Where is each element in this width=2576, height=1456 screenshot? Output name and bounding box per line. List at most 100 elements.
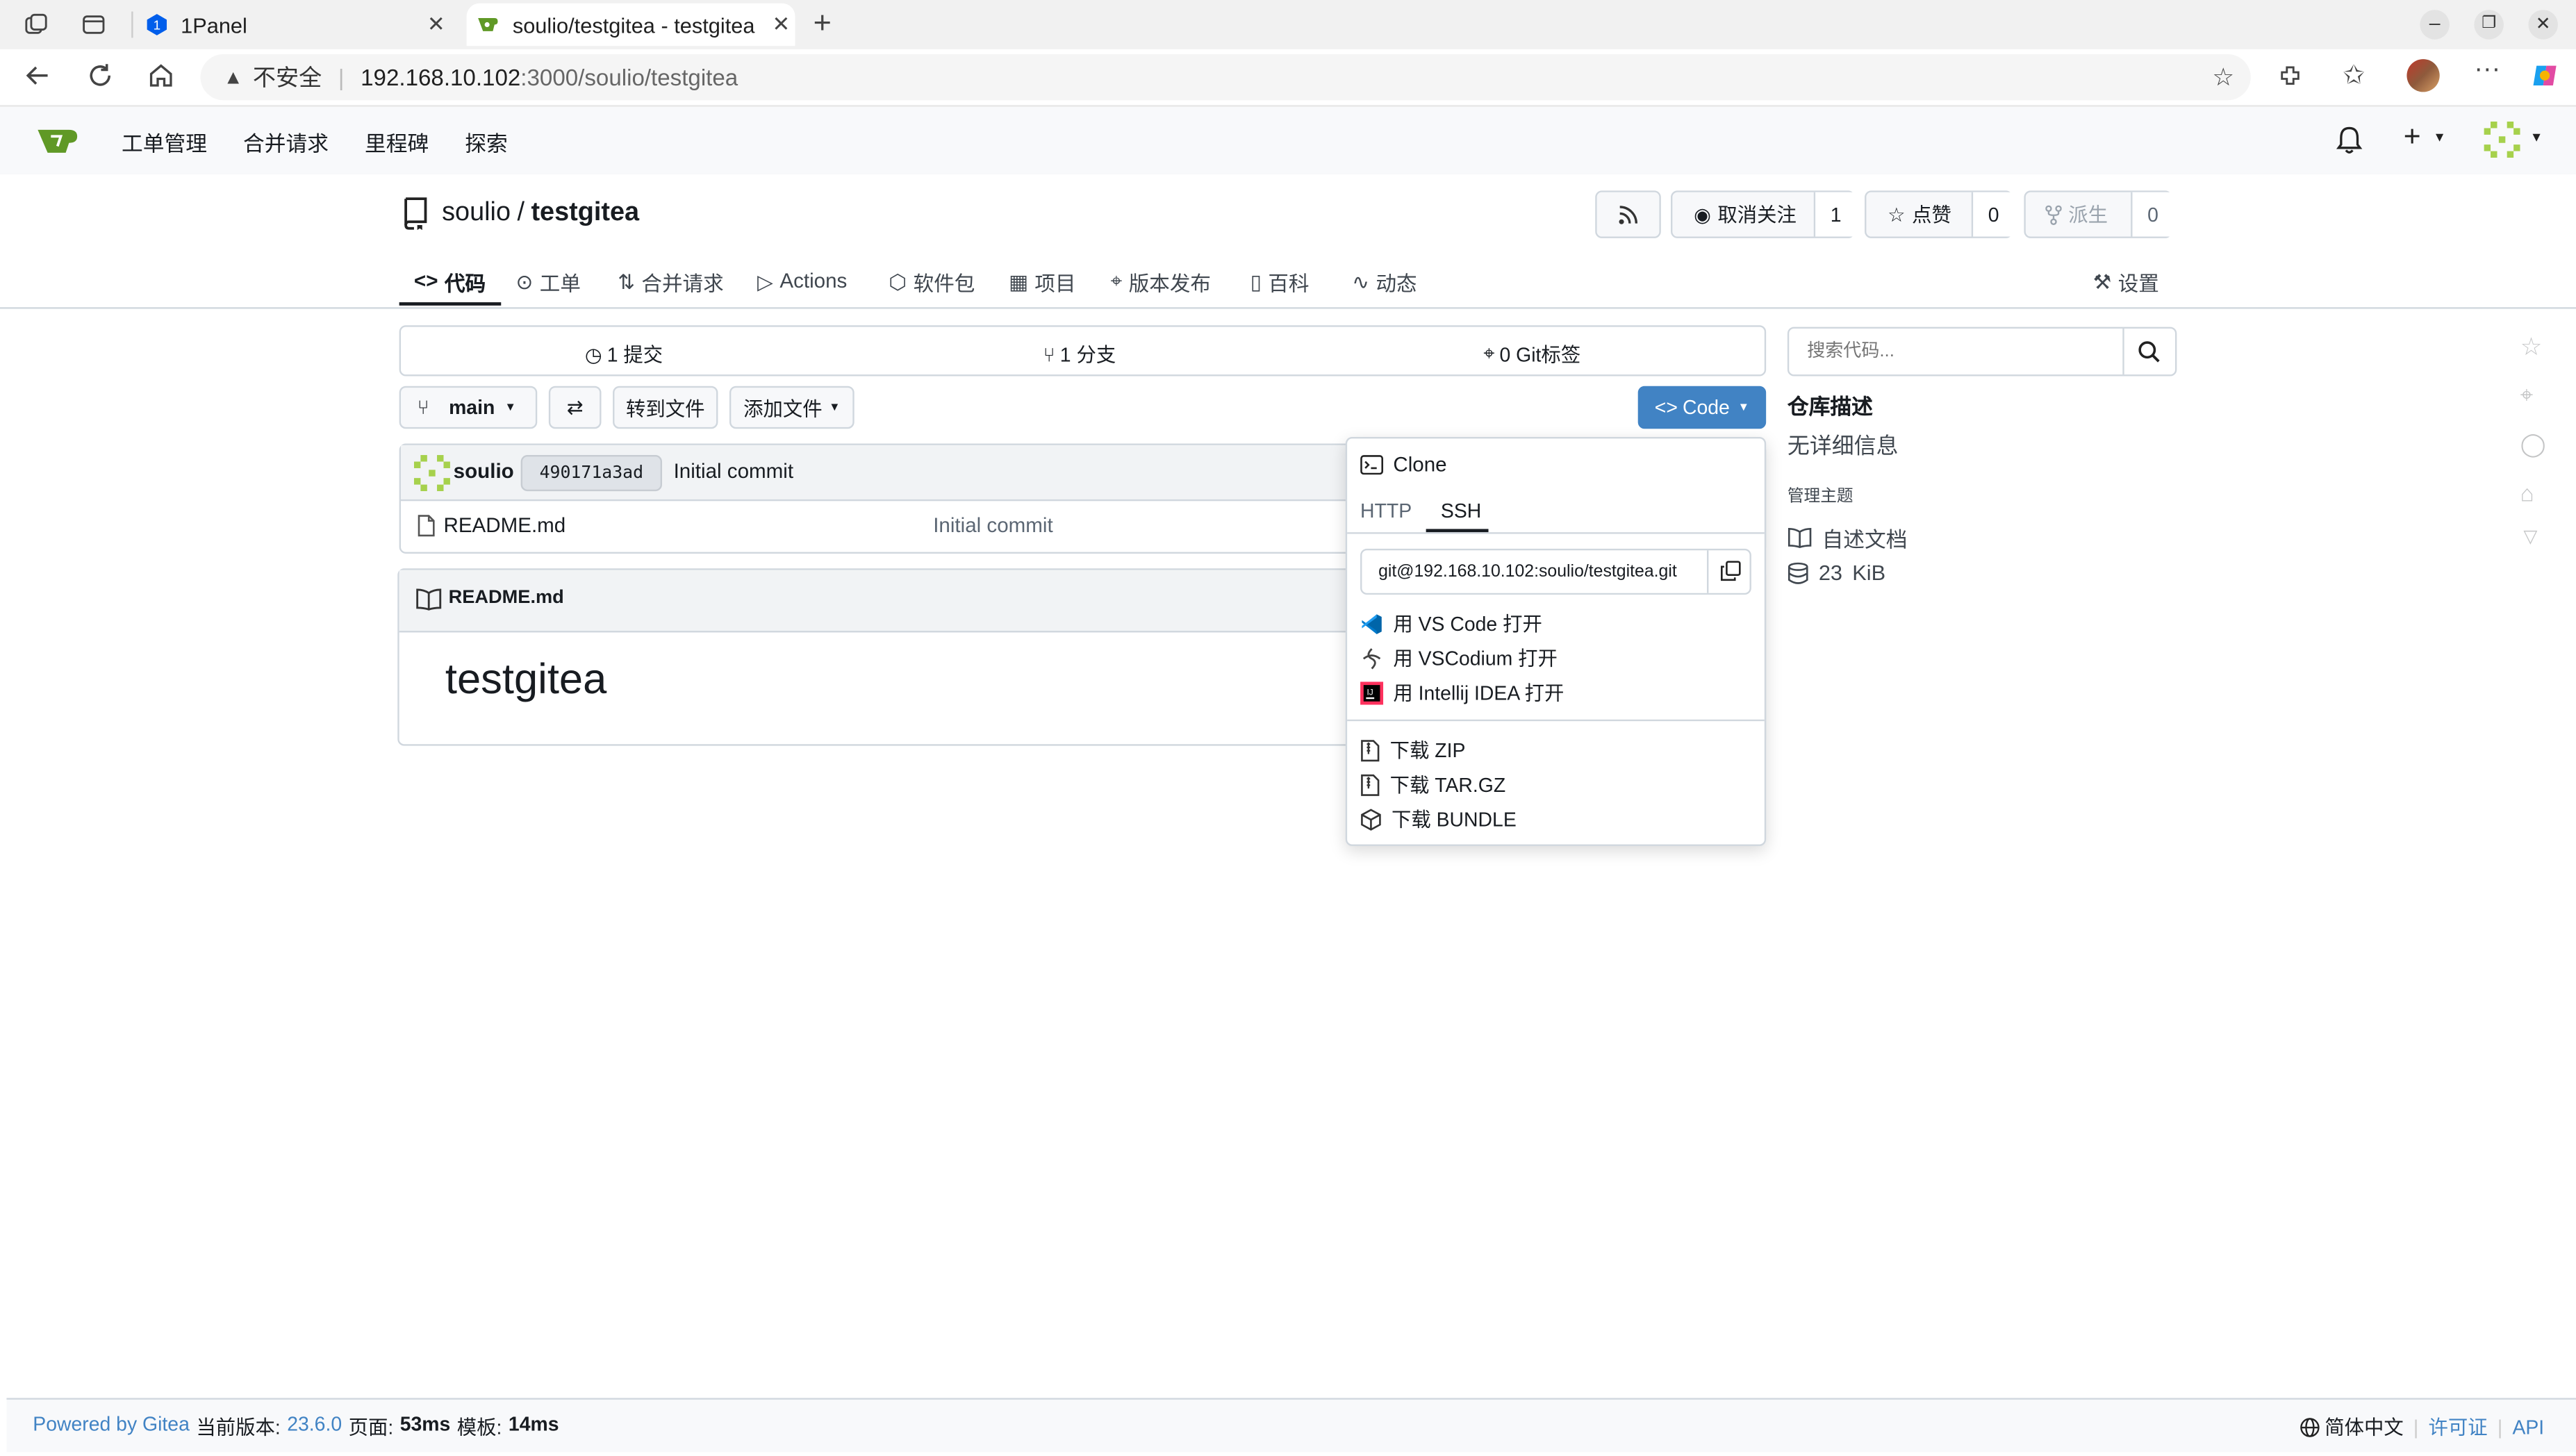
- version-link[interactable]: 23.6.0: [287, 1413, 342, 1441]
- favorites-icon[interactable]: ✩: [2343, 59, 2365, 92]
- vertical-tabs-icon[interactable]: [81, 12, 107, 38]
- profile-avatar[interactable]: [2406, 59, 2440, 92]
- add-file-button[interactable]: 添加文件 ▼: [729, 386, 854, 429]
- manage-topics-link[interactable]: 管理主题: [1787, 481, 1853, 506]
- fork-icon: [2045, 204, 2062, 224]
- tab-pulls[interactable]: ⇅ 合并请求: [618, 260, 724, 302]
- download-zip[interactable]: 下载 ZIP: [1360, 736, 1465, 763]
- chevron-down-icon[interactable]: ▼: [2433, 130, 2446, 144]
- rss-button[interactable]: [1595, 190, 1661, 238]
- repo-name-link[interactable]: testgitea: [531, 199, 639, 229]
- package-icon: [1361, 808, 1381, 830]
- file-name[interactable]: README.md: [443, 514, 565, 537]
- commit-author[interactable]: soulio: [454, 460, 514, 483]
- security-label[interactable]: 不安全: [253, 60, 322, 93]
- watch-count[interactable]: 1: [1813, 192, 1857, 237]
- search-icon[interactable]: [2124, 329, 2175, 374]
- readme-filename[interactable]: README.md: [449, 588, 564, 608]
- minimize-icon[interactable]: –: [2420, 10, 2450, 40]
- star-icon: ☆: [2520, 333, 2543, 362]
- workspaces-icon[interactable]: [23, 12, 49, 38]
- open-in-vscodium[interactable]: 用 VSCodium 打开: [1360, 644, 1558, 672]
- fork-button[interactable]: 派生 0: [2024, 190, 2174, 238]
- vscodium-icon: [1362, 647, 1381, 669]
- chevron-down-icon[interactable]: ▼: [2530, 130, 2543, 144]
- tab-packages[interactable]: ⬡ 软件包: [889, 260, 975, 302]
- home-icon[interactable]: [146, 60, 176, 90]
- svg-text:IJ: IJ: [1367, 686, 1373, 696]
- more-icon[interactable]: ···: [2474, 56, 2500, 85]
- open-in-vscode[interactable]: 用 VS Code 打开: [1360, 609, 1542, 637]
- license-link[interactable]: 许可证: [2429, 1413, 2488, 1441]
- nav-pulls[interactable]: 合并请求: [243, 126, 329, 158]
- browser-tab-bar: 1 1Panel ✕ soulio/testgitea - testgitea …: [0, 0, 2576, 49]
- language-selector[interactable]: 简体中文: [2300, 1413, 2404, 1441]
- watch-button[interactable]: ◉ 取消关注 1: [1671, 190, 1857, 238]
- repo-owner-link[interactable]: soulio: [442, 199, 511, 229]
- clone-tab-http[interactable]: HTTP: [1360, 499, 1412, 522]
- api-link[interactable]: API: [2512, 1415, 2544, 1438]
- warning-icon[interactable]: ▲: [224, 66, 243, 89]
- code-clone-button[interactable]: <> Code ▼: [1637, 386, 1767, 429]
- tab-issues[interactable]: ⊙ 工单: [516, 260, 581, 302]
- side-rail: ☆ ⌖ ◯ ⌂ ▽: [2513, 296, 2556, 559]
- refresh-icon[interactable]: [85, 60, 115, 90]
- readme-link[interactable]: 自述文档: [1787, 522, 1908, 554]
- gitea-logo-icon[interactable]: [36, 123, 79, 156]
- back-icon[interactable]: [23, 60, 53, 90]
- compare-button[interactable]: ⇄: [548, 386, 602, 429]
- tab-1panel[interactable]: 1 1Panel ✕: [131, 3, 460, 46]
- tab-testgitea[interactable]: soulio/testgitea - testgitea ✕: [466, 3, 795, 47]
- chevron-down-icon: ▼: [504, 402, 516, 413]
- url-bar[interactable]: ▲ 不安全 | 192.168.10.102:3000/soulio/testg…: [200, 54, 2251, 101]
- code-search-input[interactable]: [1789, 328, 2122, 375]
- new-tab-icon[interactable]: +: [814, 6, 832, 42]
- extensions-icon[interactable]: [2277, 63, 2304, 89]
- user-avatar[interactable]: [2484, 121, 2520, 158]
- clone-tab-ssh[interactable]: SSH: [1441, 499, 1481, 522]
- star-count[interactable]: 0: [1971, 192, 2015, 237]
- fork-count[interactable]: 0: [2131, 192, 2174, 237]
- nav-milestones[interactable]: 里程碑: [365, 126, 429, 158]
- tab-code[interactable]: <> 代码: [414, 260, 486, 302]
- copilot-icon[interactable]: [2530, 60, 2560, 90]
- branches-link[interactable]: ⑂ 1 分支: [1043, 340, 1116, 368]
- create-plus-icon[interactable]: +: [2404, 120, 2421, 155]
- favorite-star-icon[interactable]: ☆: [2212, 63, 2234, 92]
- branches-count: 1 分支: [1059, 343, 1116, 367]
- close-tab-icon[interactable]: ✕: [427, 12, 445, 38]
- download-bundle[interactable]: 下载 BUNDLE: [1360, 805, 1517, 833]
- globe-icon: [2300, 1417, 2320, 1437]
- powered-by-link[interactable]: Powered by Gitea: [33, 1413, 190, 1441]
- star-button[interactable]: ☆ 点赞 0: [1865, 190, 2015, 238]
- download-targz[interactable]: 下载 TAR.GZ: [1360, 770, 1505, 798]
- tags-link[interactable]: ⌖ 0 Git标签: [1483, 340, 1580, 368]
- tab-actions[interactable]: ▷ Actions: [757, 260, 847, 302]
- tab-wiki[interactable]: ▯ 百科: [1250, 260, 1310, 302]
- book-icon: [1787, 527, 1812, 549]
- url-path: :3000/soulio/testgitea: [520, 64, 738, 91]
- version-label: 当前版本:: [196, 1416, 281, 1439]
- close-window-icon[interactable]: ✕: [2528, 10, 2558, 40]
- bell-icon[interactable]: [2336, 125, 2363, 155]
- repo-size-unit: KiB: [1852, 560, 1886, 585]
- restore-icon[interactable]: ❐: [2474, 10, 2504, 40]
- commit-author-avatar[interactable]: [413, 455, 450, 492]
- commit-sha[interactable]: 490171a3ad: [520, 455, 663, 492]
- copy-icon[interactable]: [1720, 560, 1742, 581]
- commits-link[interactable]: ◷ 1 提交: [585, 340, 663, 368]
- tag-icon: ⌖: [1110, 268, 1123, 292]
- commit-message[interactable]: Initial commit: [674, 460, 793, 483]
- tab-activity[interactable]: ∿ 动态: [1352, 260, 1417, 302]
- nav-explore[interactable]: 探索: [465, 126, 508, 158]
- clone-url-input[interactable]: git@192.168.10.102:soulio/testgitea.git: [1378, 562, 1677, 581]
- close-tab-icon[interactable]: ✕: [772, 12, 790, 38]
- tab-projects[interactable]: ▦ 项目: [1009, 260, 1076, 302]
- tab-settings[interactable]: ⚒ 设置: [2093, 260, 2159, 302]
- open-in-intellij[interactable]: IJ 用 Intellij IDEA 打开: [1360, 679, 1564, 706]
- tab-releases[interactable]: ⌖ 版本发布: [1111, 260, 1211, 302]
- goto-file-button[interactable]: 转到文件: [613, 386, 718, 429]
- branch-selector[interactable]: ⑂ main ▼: [399, 386, 538, 429]
- nav-issues[interactable]: 工单管理: [122, 126, 207, 158]
- file-commit-message[interactable]: Initial commit: [933, 514, 1052, 537]
